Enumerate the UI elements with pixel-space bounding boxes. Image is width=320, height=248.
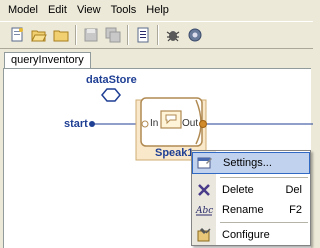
speak-node-label: Speak1 xyxy=(155,147,194,159)
menu-item-configure-label: Configure xyxy=(222,229,270,241)
configure-icon xyxy=(192,224,216,246)
tab-strip: queryInventory xyxy=(0,50,313,69)
port-out-label: Out xyxy=(182,118,199,129)
menu-item-delete-label: Delete xyxy=(222,184,254,196)
datastore-label: dataStore xyxy=(86,74,137,86)
run-button[interactable] xyxy=(184,24,206,46)
menu-tools[interactable]: Tools xyxy=(106,0,142,21)
menu-edit[interactable]: Edit xyxy=(43,0,72,21)
menu-help[interactable]: Help xyxy=(141,0,174,21)
menu-item-delete[interactable]: Delete Del xyxy=(192,179,310,201)
open-icon xyxy=(31,30,47,42)
delete-icon xyxy=(192,179,216,201)
port-in-label: In xyxy=(150,118,159,129)
toolbar-separator xyxy=(157,25,159,45)
menu-item-settings[interactable]: Settings... xyxy=(192,152,310,174)
settings-icon xyxy=(193,152,217,174)
menu-item-settings-label: Settings... xyxy=(223,157,272,169)
context-menu-separator xyxy=(220,222,308,223)
open-button[interactable] xyxy=(28,24,50,46)
new-icon xyxy=(11,27,23,42)
context-menu: Settings... Delete Del Abc Rename F2 Con… xyxy=(191,150,311,246)
properties-button[interactable] xyxy=(132,24,154,46)
menu-view[interactable]: View xyxy=(72,0,106,21)
menu-model[interactable]: Model xyxy=(3,0,43,21)
start-label: start xyxy=(64,118,88,130)
folder-icon xyxy=(53,30,69,42)
tab-query-inventory[interactable]: queryInventory xyxy=(4,52,91,69)
menu-bar: Model Edit View Tools Help xyxy=(0,0,313,21)
run-icon xyxy=(188,28,202,42)
folder-button[interactable] xyxy=(50,24,72,46)
new-button[interactable] xyxy=(6,24,28,46)
save-button[interactable] xyxy=(80,24,102,46)
debug-icon xyxy=(166,31,180,42)
properties-icon xyxy=(137,27,149,43)
debug-button[interactable] xyxy=(162,24,184,46)
context-menu-separator xyxy=(220,177,308,178)
menu-item-delete-shortcut: Del xyxy=(285,184,302,196)
toolbar xyxy=(0,21,313,49)
menu-item-rename[interactable]: Abc Rename F2 xyxy=(192,199,310,221)
toolbar-separator xyxy=(75,25,77,45)
save-all-button[interactable] xyxy=(102,24,124,46)
menu-item-configure[interactable]: Configure xyxy=(192,224,310,246)
menu-item-rename-label: Rename xyxy=(222,204,264,216)
toolbar-separator xyxy=(127,25,129,45)
save-all-icon xyxy=(105,27,121,43)
menu-item-rename-shortcut: F2 xyxy=(289,204,302,216)
save-icon xyxy=(84,28,98,42)
rename-icon: Abc xyxy=(192,199,216,221)
